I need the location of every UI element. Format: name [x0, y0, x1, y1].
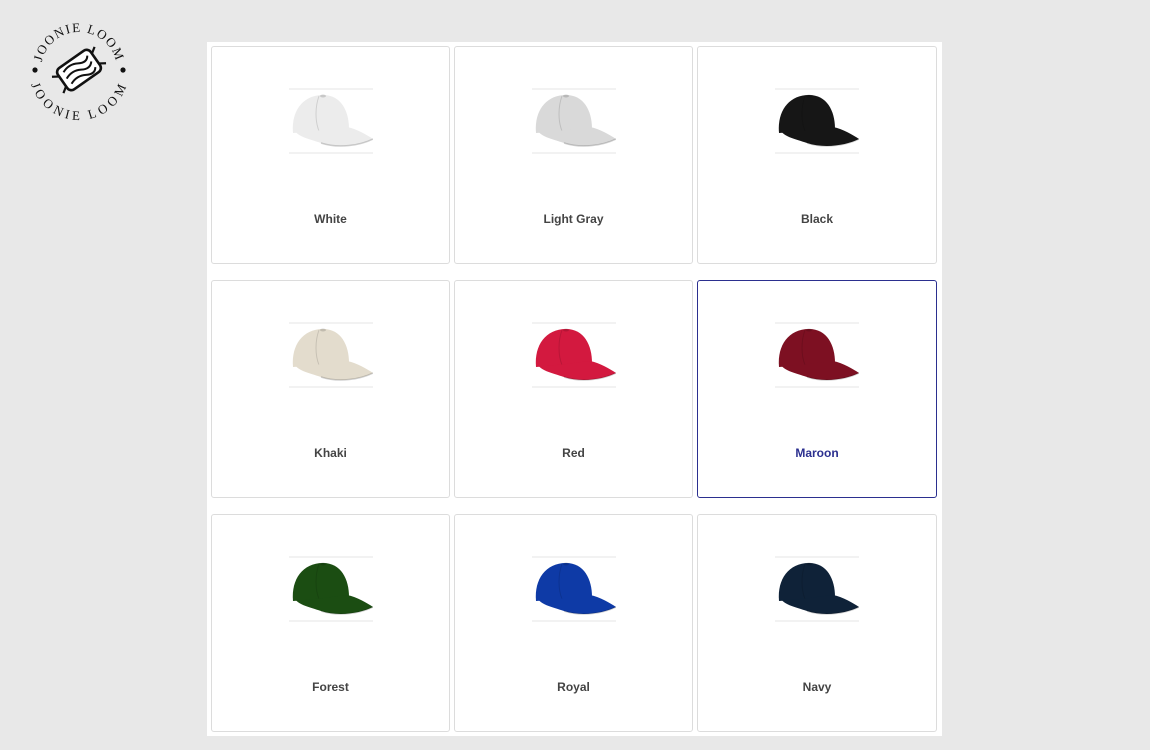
cap-image — [288, 87, 373, 155]
color-swatch-white[interactable]: White — [211, 46, 450, 264]
cap-image — [531, 321, 616, 389]
cap-image — [775, 555, 859, 623]
color-swatch-royal[interactable]: Royal — [454, 514, 693, 732]
cap-image — [288, 321, 373, 389]
red-cap-icon — [531, 322, 616, 388]
navy-cap-icon — [775, 556, 859, 622]
color-swatch-navy[interactable]: Navy — [697, 514, 937, 732]
color-swatch-panel: White Light Gray Black Khaki Red Maroon Forest… — [207, 42, 942, 736]
swatch-label: Forest — [312, 680, 349, 694]
color-swatch-khaki[interactable]: Khaki — [211, 280, 450, 498]
royal-cap-icon — [531, 556, 616, 622]
swatch-label: Maroon — [795, 446, 839, 460]
swatch-label: Khaki — [314, 446, 347, 460]
swatch-label: Black — [800, 212, 834, 226]
swatch-label: Light Gray — [543, 212, 604, 226]
color-swatch-maroon[interactable]: Maroon — [697, 280, 937, 498]
color-swatch-light-gray[interactable]: Light Gray — [454, 46, 693, 264]
forest-cap-icon — [288, 556, 373, 622]
light-gray-cap-icon — [531, 88, 616, 154]
color-swatch-red[interactable]: Red — [454, 280, 693, 498]
maroon-cap-icon — [775, 322, 859, 388]
color-swatch-forest[interactable]: Forest — [211, 514, 450, 732]
khaki-cap-icon — [288, 322, 373, 388]
joonie-loom-logo-icon: JOONIE LOOM JOONIE LOOM — [29, 20, 128, 123]
cap-image — [531, 555, 616, 623]
swatch-label: Red — [562, 446, 585, 460]
white-cap-icon — [288, 88, 373, 154]
cap-image — [288, 555, 373, 623]
cap-image — [531, 87, 616, 155]
cap-image — [775, 87, 859, 155]
swatch-label: White — [314, 212, 347, 226]
cap-image — [775, 321, 859, 389]
color-swatch-black[interactable]: Black — [697, 46, 937, 264]
black-cap-icon — [775, 88, 859, 154]
color-swatch-grid: White Light Gray Black Khaki Red Maroon Forest… — [211, 46, 937, 732]
swatch-label: Royal — [557, 680, 590, 694]
swatch-label: Navy — [802, 680, 832, 694]
joonie-loom-logo[interactable]: JOONIE LOOM JOONIE LOOM — [25, 16, 133, 124]
